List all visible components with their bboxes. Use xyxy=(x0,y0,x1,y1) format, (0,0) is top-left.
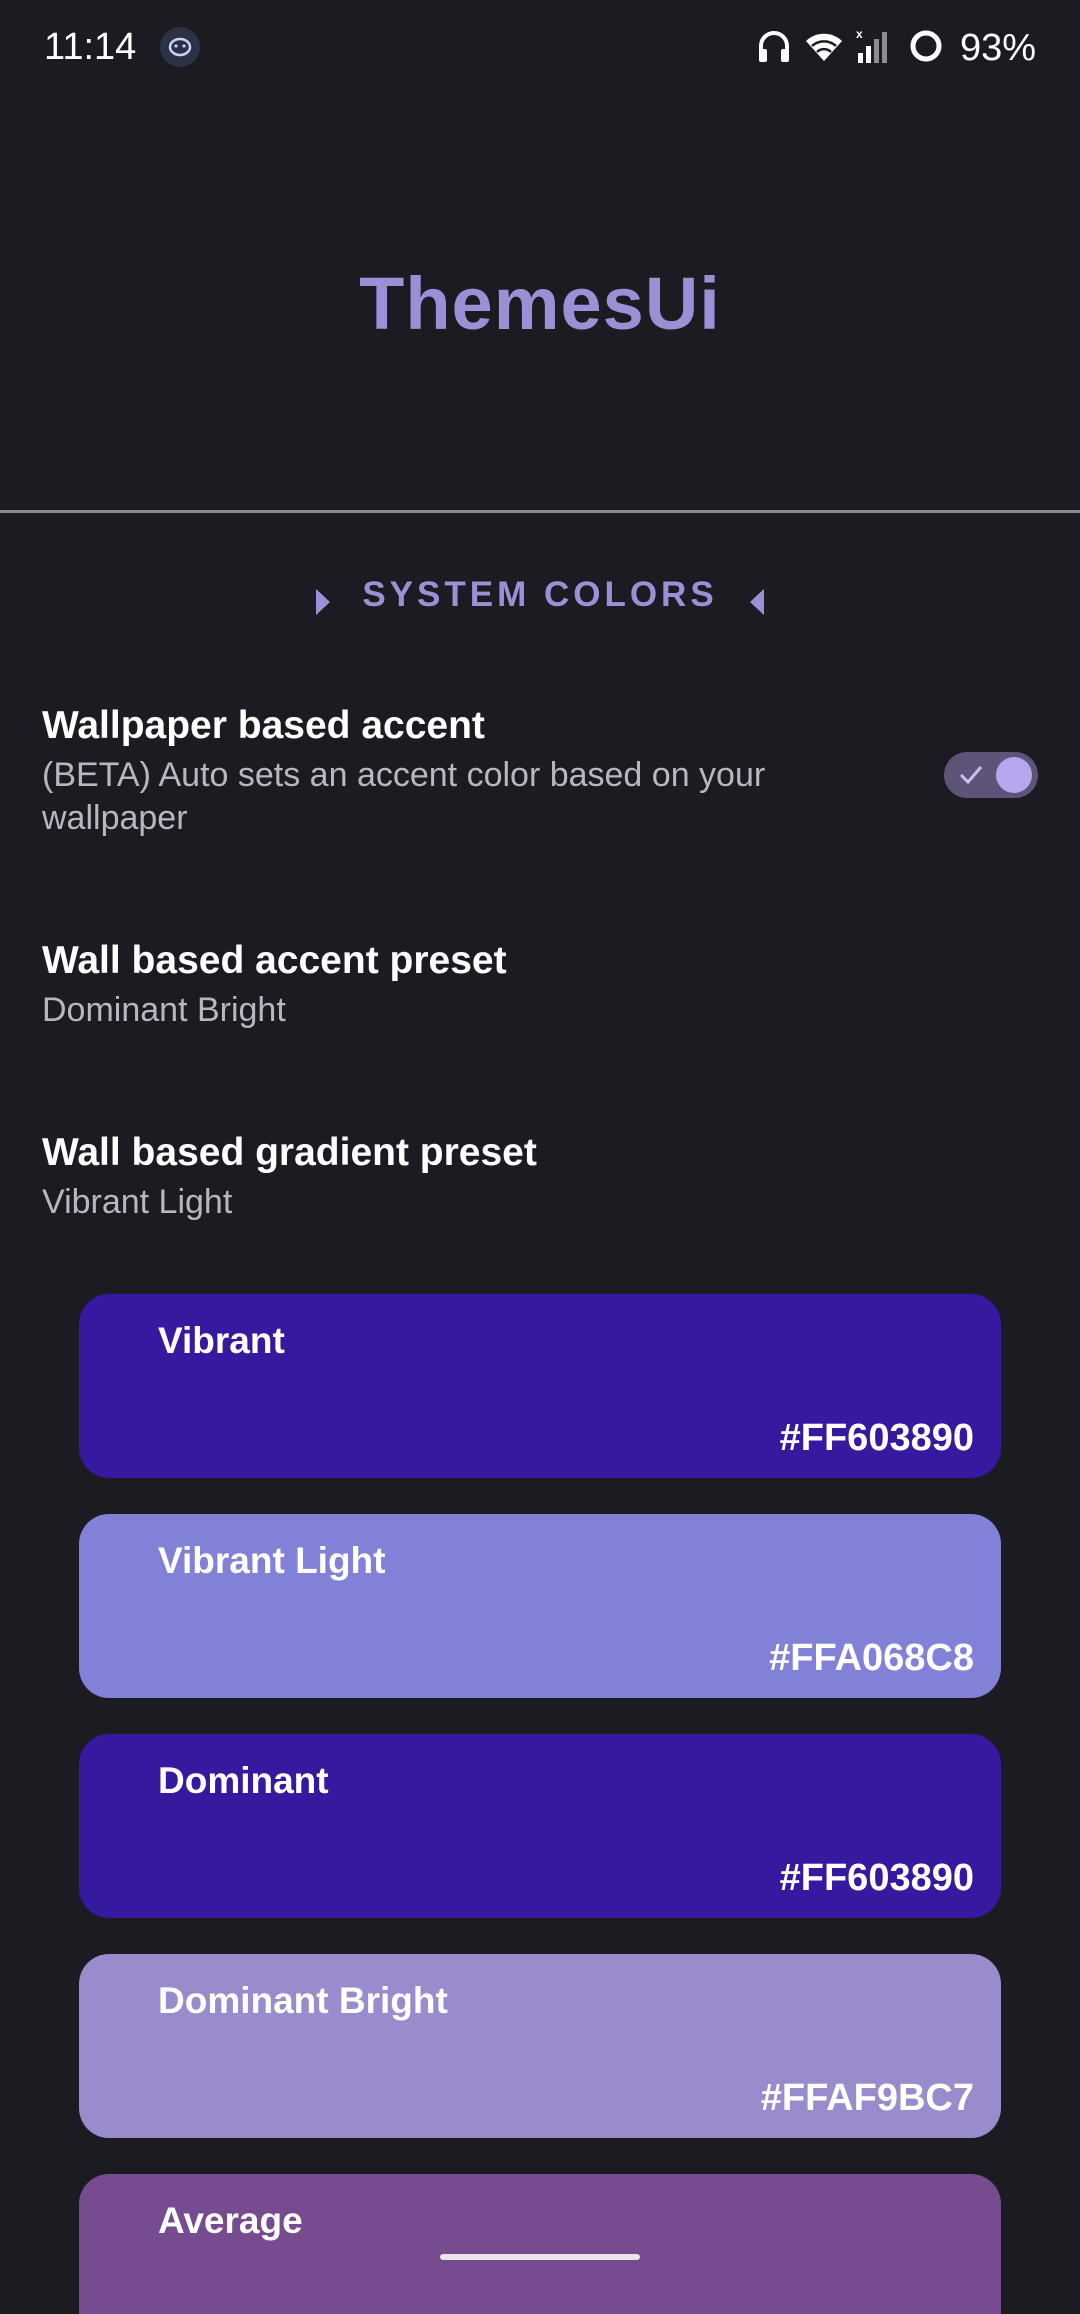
gradient-preset-pref[interactable]: Wall based gradient preset Vibrant Light xyxy=(42,1129,942,1224)
status-time: 11:14 xyxy=(44,26,137,68)
color-name: Vibrant xyxy=(158,1320,285,1361)
color-hex: #FFA068C8 xyxy=(769,1637,974,1679)
check-icon xyxy=(958,762,984,793)
battery-ring-icon xyxy=(908,28,944,69)
color-name: Dominant xyxy=(158,1760,329,1801)
pref-title: Wallpaper based accent xyxy=(42,704,485,747)
accent-preset-pref[interactable]: Wall based accent preset Dominant Bright xyxy=(42,937,942,1032)
toggle-knob xyxy=(996,757,1032,793)
battery-percent: 93% xyxy=(959,26,1036,69)
wallpaper-accent-pref[interactable]: Wallpaper based accent (BETA) Auto sets … xyxy=(42,702,892,840)
color-hex: #FFAF9BC7 xyxy=(760,2077,974,2119)
pref-summary: Vibrant Light xyxy=(42,1183,233,1221)
pref-summary: (BETA) Auto sets an accent color based o… xyxy=(42,756,766,837)
status-bar: 11:14 x 93% xyxy=(0,0,1080,96)
app-title: ThemesUi xyxy=(359,262,721,345)
color-card-vibrant[interactable]: Vibrant #FF603890 xyxy=(79,1294,1001,1478)
gesture-nav-handle[interactable] xyxy=(440,2254,640,2260)
app-header: ThemesUi xyxy=(0,96,1080,510)
wifi-icon xyxy=(804,29,844,68)
pref-title: Wall based accent preset xyxy=(42,939,507,982)
headphones-icon xyxy=(756,27,792,70)
cellular-signal-icon: x xyxy=(856,27,896,70)
color-name: Dominant Bright xyxy=(158,1980,448,2021)
section-header: SYSTEM COLORS xyxy=(0,575,1080,627)
color-card-average[interactable]: Average xyxy=(79,2174,1001,2314)
color-card-vibrant-light[interactable]: Vibrant Light #FFA068C8 xyxy=(79,1514,1001,1698)
color-name: Average xyxy=(158,2200,303,2241)
color-card-dominant-bright[interactable]: Dominant Bright #FFAF9BC7 xyxy=(79,1954,1001,2138)
color-name: Vibrant Light xyxy=(158,1540,386,1581)
color-hex: #FF603890 xyxy=(779,1417,974,1459)
color-hex: #FF603890 xyxy=(779,1857,974,1899)
app-notification-icon xyxy=(160,27,200,67)
pref-title: Wall based gradient preset xyxy=(42,1131,537,1174)
pref-summary: Dominant Bright xyxy=(42,991,286,1029)
section-title: SYSTEM COLORS xyxy=(362,575,718,614)
color-card-dominant[interactable]: Dominant #FF603890 xyxy=(79,1734,1001,1918)
wallpaper-accent-toggle[interactable] xyxy=(944,752,1038,798)
svg-text:x: x xyxy=(856,27,863,41)
header-divider xyxy=(0,510,1080,513)
triangle-left-icon xyxy=(750,589,764,615)
